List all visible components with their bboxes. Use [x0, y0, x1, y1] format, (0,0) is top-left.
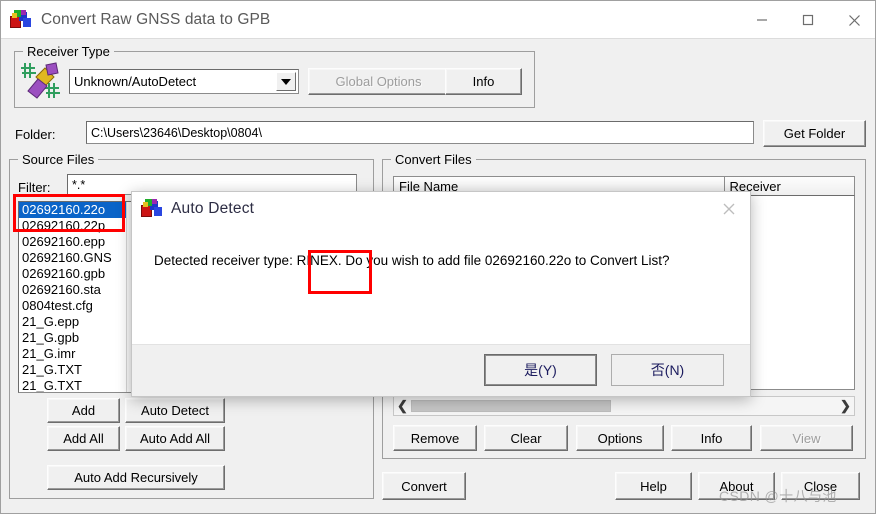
dialog-title: Auto Detect: [171, 200, 255, 217]
filter-label: Filter:: [18, 180, 51, 195]
get-folder-button[interactable]: Get Folder: [763, 120, 866, 147]
close-icon[interactable]: [708, 192, 750, 226]
application-window: Convert Raw GNSS data to GPB Receiver Ty…: [0, 0, 876, 514]
auto-detect-button[interactable]: Auto Detect: [125, 398, 225, 423]
convert-files-hscrollbar[interactable]: ❮ ❯: [393, 396, 855, 416]
source-file-item[interactable]: 02692160.gpb: [19, 266, 139, 282]
clear-button[interactable]: Clear: [484, 425, 568, 451]
convert-button[interactable]: Convert: [382, 472, 466, 500]
chevron-left-icon[interactable]: ❮: [394, 397, 411, 415]
watermark: CSDN @十八与池: [719, 488, 837, 504]
info-button-convert[interactable]: Info: [671, 425, 752, 451]
close-icon[interactable]: [831, 1, 875, 39]
window-controls: [739, 1, 875, 39]
source-file-item[interactable]: 21_G.TXT: [19, 378, 139, 392]
add-all-button[interactable]: Add All: [47, 426, 120, 451]
source-files-legend: Source Files: [18, 152, 99, 167]
receiver-type-value: Unknown/AutoDetect: [74, 74, 197, 89]
source-file-item[interactable]: 02692160.epp: [19, 234, 139, 250]
source-file-item[interactable]: 21_G.gpb: [19, 330, 139, 346]
maximize-icon[interactable]: [785, 1, 831, 39]
view-button[interactable]: View: [760, 425, 853, 451]
minimize-icon[interactable]: [739, 1, 785, 39]
scrollbar-track[interactable]: [411, 397, 837, 415]
auto-add-all-button[interactable]: Auto Add All: [125, 426, 225, 451]
chevron-down-icon[interactable]: [276, 72, 296, 91]
dialog-message: Detected receiver type: RINEX. Do you wi…: [154, 253, 670, 268]
gnss-app-icon: [141, 199, 163, 219]
info-button-receiver[interactable]: Info: [445, 68, 522, 95]
source-file-item[interactable]: 0804test.cfg: [19, 298, 139, 314]
source-files-listbox[interactable]: 02692160.22o 02692160.22p 02692160.epp 0269…: [18, 201, 140, 393]
dialog-title-bar: Auto Detect: [132, 192, 750, 226]
source-file-item[interactable]: 02692160.GNS: [19, 250, 139, 266]
receiver-type-legend: Receiver Type: [23, 44, 114, 59]
dialog-footer: 是(Y) 否(N): [132, 344, 750, 396]
help-button[interactable]: Help: [615, 472, 692, 500]
global-options-button[interactable]: Global Options: [308, 68, 449, 95]
folder-path-input[interactable]: C:\Users\23646\Desktop\0804\: [86, 121, 754, 144]
window-title: Convert Raw GNSS data to GPB: [41, 11, 271, 28]
chevron-right-icon[interactable]: ❯: [837, 397, 854, 415]
auto-add-recursively-button[interactable]: Auto Add Recursively: [47, 465, 225, 490]
remove-button[interactable]: Remove: [393, 425, 477, 451]
folder-label: Folder:: [15, 127, 56, 142]
dialog-yes-button[interactable]: 是(Y): [484, 354, 597, 386]
titlebar-divider: [1, 38, 875, 39]
receiver-type-combo[interactable]: Unknown/AutoDetect: [69, 69, 299, 94]
source-file-item[interactable]: 21_G.epp: [19, 314, 139, 330]
source-file-item[interactable]: 02692160.sta: [19, 282, 139, 298]
source-file-item[interactable]: 21_G.imr: [19, 346, 139, 362]
title-bar: Convert Raw GNSS data to GPB: [1, 1, 875, 39]
satellite-icon: [18, 61, 66, 101]
gnss-app-icon: [10, 10, 32, 30]
source-file-item[interactable]: 02692160.22o: [19, 202, 139, 218]
dialog-body: Detected receiver type: RINEX. Do you wi…: [132, 226, 750, 344]
convert-files-legend: Convert Files: [391, 152, 476, 167]
source-file-item[interactable]: 21_G.TXT: [19, 362, 139, 378]
dialog-no-button[interactable]: 否(N): [611, 354, 724, 386]
source-file-item[interactable]: 02692160.22p: [19, 218, 139, 234]
scrollbar-thumb[interactable]: [411, 400, 611, 412]
options-button[interactable]: Options: [576, 425, 664, 451]
add-button[interactable]: Add: [47, 398, 120, 423]
auto-detect-dialog: Auto Detect Detected receiver type: RINE…: [131, 191, 751, 397]
